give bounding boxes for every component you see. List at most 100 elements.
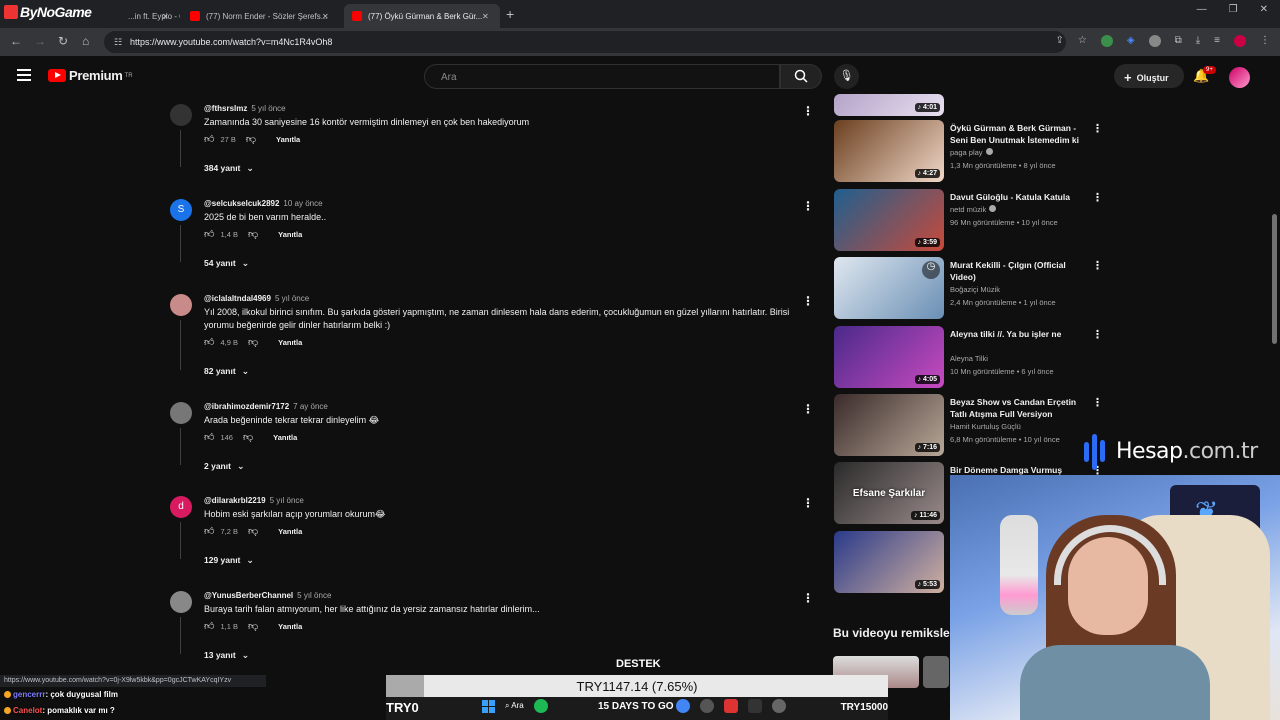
thumbs-down-icon[interactable]: 👎︎	[243, 431, 253, 443]
chrome-icon[interactable]	[676, 699, 690, 713]
comment-menu-icon[interactable]: ⋮	[802, 591, 814, 605]
app-icon[interactable]	[700, 699, 714, 713]
commenter-avatar[interactable]: d	[170, 496, 192, 518]
commenter-avatar[interactable]	[170, 294, 192, 316]
comment-menu-icon[interactable]: ⋮	[802, 104, 814, 118]
restore-icon[interactable]: ❐	[1229, 4, 1238, 15]
reply-button[interactable]: Yanıtla	[278, 622, 302, 631]
video-thumbnail[interactable]: ♪ 4:05	[834, 326, 944, 388]
spotify-icon[interactable]	[533, 699, 548, 713]
comment-author[interactable]: @iclalaltndal4969 5 yıl önce	[204, 294, 309, 303]
youtube-logo[interactable]: Premium TR	[48, 68, 133, 83]
comment-author[interactable]: @selcukselcuk2892 10 ay önce	[204, 199, 323, 208]
new-tab-icon[interactable]: +	[506, 6, 514, 22]
channel-name[interactable]: netd müzik	[950, 205, 997, 214]
back-icon[interactable]: ←	[10, 34, 22, 48]
extension-3-icon[interactable]	[1148, 35, 1161, 47]
remix-thumbnail[interactable]	[923, 656, 949, 688]
reload-icon[interactable]: ↻	[58, 34, 68, 48]
bookmark-star-icon[interactable]: ☆	[1078, 35, 1087, 47]
app-icon[interactable]	[772, 699, 786, 713]
video-menu-icon[interactable]: ⋮	[1092, 122, 1103, 135]
reply-button[interactable]: Yanıtla	[273, 433, 297, 442]
video-title[interactable]: Öykü Gürman & Berk Gürman - Seni Ben Unu…	[950, 122, 1090, 146]
close-tab-1-icon[interactable]: ✕	[162, 4, 178, 28]
commenter-avatar[interactable]: S	[170, 199, 192, 221]
thumbs-up-icon[interactable]: 👍︎	[204, 336, 214, 348]
video-title[interactable]: Murat Kekilli - Çılgın (Official Video)	[950, 259, 1090, 283]
thumbs-down-icon[interactable]: 👎︎	[248, 620, 258, 632]
channel-name[interactable]: Hamit Kurtuluş Güçlü	[950, 422, 1021, 431]
thumbs-down-icon[interactable]: 👎︎	[248, 525, 258, 537]
install-icon[interactable]: ⇪	[1056, 35, 1064, 47]
show-replies-button[interactable]: 13 yanıt ⌄	[204, 650, 249, 661]
search-button[interactable]	[780, 64, 822, 89]
video-thumbnail[interactable]: ♪ 5:53	[834, 531, 944, 593]
related-video-item[interactable]: ♪ 7:16 Beyaz Show vs Candan Erçetin Tatlı…	[834, 394, 1104, 458]
video-thumbnail[interactable]: ♪ 4:27	[834, 120, 944, 182]
video-title[interactable]: Beyaz Show vs Candan Erçetin Tatlı Atışm…	[950, 396, 1090, 420]
comment-menu-icon[interactable]: ⋮	[802, 294, 814, 308]
comment-author[interactable]: @ibrahimozdemir7172 7 ay önce	[204, 402, 328, 411]
video-thumbnail[interactable]: Efsane Şarkılar ♪ 11:46	[834, 462, 944, 524]
show-replies-button[interactable]: 129 yanıt ⌄	[204, 555, 254, 566]
comment-menu-icon[interactable]: ⋮	[802, 496, 814, 510]
channel-name[interactable]: Boğaziçi Müzik	[950, 285, 1000, 294]
channel-name[interactable]: paga play	[950, 148, 993, 157]
comment-menu-icon[interactable]: ⋮	[802, 199, 814, 213]
comment-author[interactable]: @dilarakrbl2219 5 yıl önce	[204, 496, 304, 505]
video-thumbnail[interactable]: ◷	[834, 257, 944, 319]
commenter-avatar[interactable]	[170, 591, 192, 613]
video-menu-icon[interactable]: ⋮	[1092, 396, 1103, 409]
related-video-item[interactable]: ♪ 3:59 Davut Güloğlu - Katula Katula ⋮ netd…	[834, 189, 1104, 253]
close-window-icon[interactable]: ✕	[1260, 4, 1268, 15]
thumbs-up-icon[interactable]: 👍︎	[204, 133, 214, 145]
extension-1-icon[interactable]	[1100, 35, 1113, 47]
app-icon[interactable]	[748, 699, 762, 713]
browser-tab-3-active[interactable]: (77) Öykü Gürman & Berk Gür...	[344, 4, 500, 28]
show-replies-button[interactable]: 54 yanıt ⌄	[204, 258, 249, 269]
related-video-item[interactable]: ◷ Murat Kekilli - Çılgın (Official Video)…	[834, 257, 1104, 321]
watch-later-icon[interactable]: ◷	[922, 261, 940, 279]
video-thumbnail[interactable]: ♪ 4:01	[834, 94, 944, 116]
show-replies-button[interactable]: 2 yanıt ⌄	[204, 461, 244, 472]
reply-button[interactable]: Yanıtla	[276, 135, 300, 144]
video-menu-icon[interactable]: ⋮	[1092, 259, 1103, 272]
page-scrollbar[interactable]	[1272, 214, 1277, 344]
reading-list-icon[interactable]: ≡	[1214, 35, 1220, 47]
show-replies-button[interactable]: 82 yanıt ⌄	[204, 366, 249, 377]
voice-search-button[interactable]: 🎙	[834, 64, 859, 89]
comment-author[interactable]: @fthsrslmz 5 yıl önce	[204, 104, 286, 113]
menu-icon[interactable]	[17, 69, 31, 84]
show-replies-button[interactable]: 384 yanıt ⌄	[204, 163, 254, 174]
thumbs-up-icon[interactable]: 👍︎	[204, 228, 214, 240]
video-thumbnail[interactable]: ♪ 7:16	[834, 394, 944, 456]
thumbs-down-icon[interactable]: 👎︎	[246, 133, 256, 145]
account-avatar[interactable]	[1229, 67, 1250, 88]
close-tab-3-icon[interactable]: ✕	[482, 4, 498, 28]
video-menu-icon[interactable]: ⋮	[1092, 328, 1103, 341]
thumbs-up-icon[interactable]: 👍︎	[204, 525, 214, 537]
thumbs-up-icon[interactable]: 👍︎	[204, 431, 214, 443]
thumbs-up-icon[interactable]: 👍︎	[204, 620, 214, 632]
thumbs-down-icon[interactable]: 👎︎	[248, 336, 258, 348]
thumbs-down-icon[interactable]: 👎︎	[248, 228, 258, 240]
forward-icon[interactable]: →	[34, 34, 46, 48]
reply-button[interactable]: Yanıtla	[278, 527, 302, 536]
close-tab-2-icon[interactable]: ✕	[322, 4, 338, 28]
commenter-avatar[interactable]	[170, 402, 192, 424]
reply-button[interactable]: Yanıtla	[278, 338, 302, 347]
minimize-icon[interactable]: —	[1197, 4, 1207, 15]
comment-author[interactable]: @YunusBerberChannel 5 yıl önce	[204, 591, 331, 600]
channel-name[interactable]: Aleyna Tilki	[950, 354, 988, 363]
video-menu-icon[interactable]: ⋮	[1092, 191, 1103, 204]
search-input[interactable]: Ara	[424, 64, 780, 89]
taskbar-search[interactable]: ⌕ Ara	[505, 701, 524, 711]
browser-tab-2[interactable]: (77) Norm Ender - Sözler Şerefs...	[182, 4, 342, 28]
windows-start-icon[interactable]	[482, 699, 495, 713]
related-video-item[interactable]: ♪ 4:05 Aleyna tilki //. Ya bu işler ne ⋮ Al…	[834, 326, 1104, 390]
site-info-icon[interactable]: ☷	[114, 37, 122, 48]
video-thumbnail[interactable]: ♪ 3:59	[834, 189, 944, 251]
address-bar[interactable]: ☷ https://www.youtube.com/watch?v=m4Nc1R…	[104, 31, 1066, 53]
home-icon[interactable]: ⌂	[82, 34, 89, 48]
